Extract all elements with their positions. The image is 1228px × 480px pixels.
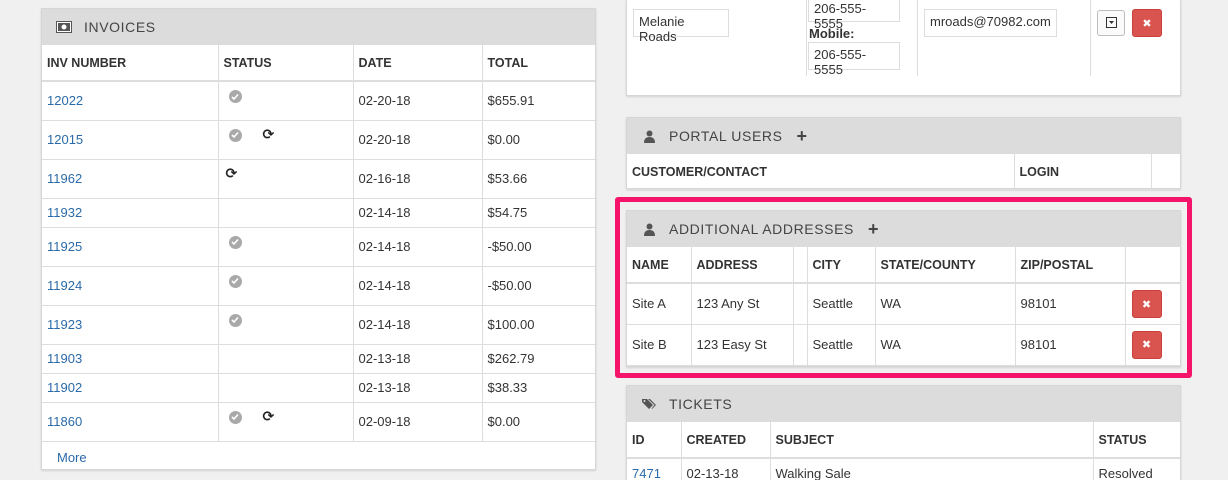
invoice-date: 02-13-18	[353, 373, 483, 403]
dropdown-box-icon	[1105, 16, 1117, 31]
col-date[interactable]: DATE	[353, 45, 483, 82]
table-row: 11923 02-14-18 $100.00	[42, 305, 595, 345]
invoice-link[interactable]: 11925	[47, 239, 82, 254]
invoice-date: 02-14-18	[353, 266, 483, 306]
table-row: 11932 02-14-18 $54.75	[42, 198, 595, 228]
portal-users-panel: PORTAL USERS + CUSTOMER/CONTACT LOGIN	[626, 117, 1181, 191]
contact-email: mroads@70982.com	[924, 9, 1057, 37]
table-row: 12022 02-20-18 $655.91	[42, 81, 595, 121]
money-icon	[56, 19, 72, 35]
mobile-label: Mobile:	[809, 26, 855, 41]
invoice-link[interactable]: 11923	[47, 317, 82, 332]
check-circle-icon	[228, 274, 242, 288]
invoice-date: 02-14-18	[353, 305, 483, 345]
invoice-total: $54.75	[482, 198, 595, 228]
invoice-link[interactable]: 11902	[47, 380, 82, 395]
invoice-total: $0.00	[482, 402, 595, 442]
portal-users-table: CUSTOMER/CONTACT LOGIN	[627, 154, 1180, 191]
invoice-total: $38.33	[482, 373, 595, 403]
invoice-total: $262.79	[482, 344, 595, 374]
table-row: 7471 02-13-18 Walking Sale Resolved	[627, 458, 1180, 480]
invoice-total: $655.91	[482, 81, 595, 121]
invoice-link[interactable]: 11962	[47, 171, 82, 186]
invoices-table: INV NUMBER STATUS DATE TOTAL 12022 02-20…	[42, 45, 595, 442]
check-circle-icon	[228, 410, 242, 424]
col-customer-contact[interactable]: CUSTOMER/CONTACT	[627, 154, 1015, 191]
ticket-link[interactable]: 7471	[632, 466, 661, 480]
invoices-header: INVOICES	[42, 9, 595, 45]
table-row: 11962 ⟳ 02-16-18 $53.66	[42, 159, 595, 199]
col-status[interactable]: STATUS	[218, 45, 354, 82]
more-link[interactable]: More	[57, 450, 87, 465]
col-created[interactable]: CREATED	[681, 422, 771, 459]
contacts-panel: Melanie Roads 206-555-5555 Mobile: 206-5…	[626, 0, 1181, 96]
invoice-link[interactable]: 12022	[47, 93, 83, 108]
edit-contact-button[interactable]	[1097, 10, 1125, 36]
check-circle-icon	[228, 128, 242, 142]
col-login[interactable]: LOGIN	[1014, 154, 1152, 191]
invoice-link[interactable]: 11860	[47, 414, 82, 429]
invoices-title: INVOICES	[84, 19, 156, 35]
invoice-total: $0.00	[482, 120, 595, 160]
ticket-subject: Walking Sale	[770, 458, 1094, 480]
portal-users-title: PORTAL USERS	[669, 128, 783, 144]
invoice-date: 02-20-18	[353, 81, 483, 121]
invoice-link[interactable]: 12015	[47, 132, 83, 147]
invoice-total: -$50.00	[482, 266, 595, 306]
tickets-table: ID CREATED SUBJECT STATUS 7471 02-13-18 …	[627, 422, 1180, 480]
invoice-total: -$50.00	[482, 227, 595, 267]
refresh-icon: ⟳	[262, 407, 275, 424]
col-total[interactable]: TOTAL	[482, 45, 595, 82]
invoice-link[interactable]: 11932	[47, 205, 82, 220]
table-row: 11924 02-14-18 -$50.00	[42, 266, 595, 306]
invoice-date: 02-13-18	[353, 344, 483, 374]
invoice-date: 02-14-18	[353, 227, 483, 267]
table-row: 11925 02-14-18 -$50.00	[42, 227, 595, 267]
invoice-date: 02-09-18	[353, 402, 483, 442]
col-id[interactable]: ID	[627, 422, 682, 459]
tags-icon	[641, 396, 657, 412]
contact-mobile: 206-555-5555	[808, 42, 900, 77]
col-inv-number[interactable]: INV NUMBER	[42, 45, 219, 82]
contact-name: Melanie Roads	[633, 9, 729, 44]
col-subject[interactable]: SUBJECT	[770, 422, 1094, 459]
times-icon: ✖	[1142, 17, 1152, 30]
table-row: 11860 ⟳ 02-09-18 $0.00	[42, 402, 595, 442]
invoice-date: 02-16-18	[353, 159, 483, 199]
table-row: 12015 ⟳ 02-20-18 $0.00	[42, 120, 595, 160]
invoice-link[interactable]: 11924	[47, 278, 82, 293]
highlight-box	[615, 197, 1192, 378]
portal-users-header: PORTAL USERS +	[627, 118, 1180, 154]
invoices-panel: INVOICES INV NUMBER STATUS DATE TOTAL 12…	[41, 8, 596, 470]
tickets-panel: TICKETS ID CREATED SUBJECT STATUS 7471 0…	[626, 385, 1181, 480]
table-row: 11903 02-13-18 $262.79	[42, 344, 595, 374]
check-circle-icon	[228, 313, 242, 327]
check-circle-icon	[228, 90, 242, 103]
table-row: 11902 02-13-18 $38.33	[42, 373, 595, 403]
check-circle-icon	[228, 235, 242, 249]
col-ticket-status[interactable]: STATUS	[1093, 422, 1180, 459]
user-icon	[641, 128, 657, 144]
tickets-header: TICKETS	[627, 386, 1180, 422]
invoice-total: $53.66	[482, 159, 595, 199]
invoice-date: 02-20-18	[353, 120, 483, 160]
delete-contact-button[interactable]: ✖	[1132, 9, 1162, 37]
invoice-date: 02-14-18	[353, 198, 483, 228]
ticket-status: Resolved	[1093, 458, 1180, 480]
add-portal-user-icon[interactable]: +	[797, 127, 808, 145]
col-actions	[1151, 154, 1180, 191]
invoice-link[interactable]: 11903	[47, 351, 82, 366]
invoice-total: $100.00	[482, 305, 595, 345]
tickets-title: TICKETS	[669, 396, 733, 412]
refresh-icon: ⟳	[225, 164, 238, 181]
ticket-created: 02-13-18	[681, 458, 771, 480]
refresh-icon: ⟳	[262, 125, 275, 142]
contact-phone: 206-555-5555	[808, 0, 900, 31]
